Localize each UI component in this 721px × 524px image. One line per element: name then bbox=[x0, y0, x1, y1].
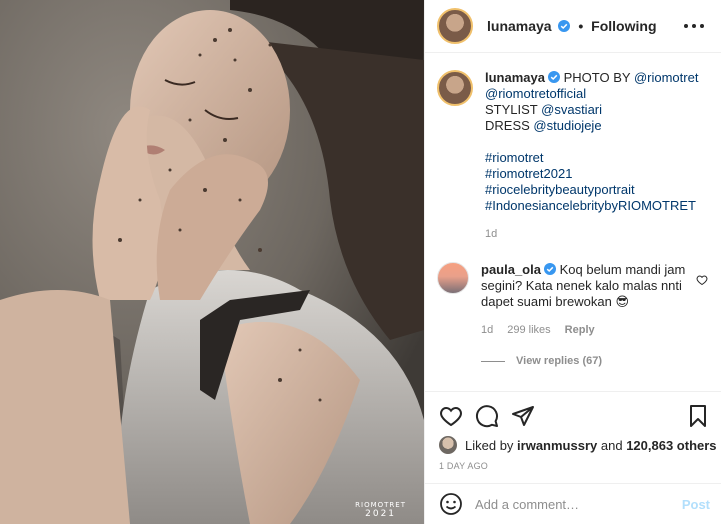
action-icons bbox=[425, 392, 721, 436]
caption-avatar[interactable] bbox=[437, 70, 473, 106]
commenter-username[interactable]: paula_ola bbox=[481, 262, 541, 277]
view-replies-button[interactable]: View replies (67) bbox=[481, 355, 710, 367]
portrait-image bbox=[0, 0, 424, 524]
view-replies-label: View replies (67) bbox=[516, 355, 603, 367]
save-bookmark-icon[interactable] bbox=[686, 404, 710, 428]
liked-by-count[interactable]: 120,863 others bbox=[626, 438, 716, 453]
liked-by-and: and bbox=[600, 437, 623, 453]
photo-watermark: RIOMOTRET 2021 bbox=[355, 502, 406, 520]
verified-badge-icon bbox=[558, 20, 571, 32]
view-replies-line bbox=[481, 360, 505, 362]
hashtag-link[interactable]: #IndonesiancelebritybyRIOMOTRET bbox=[485, 198, 698, 214]
comment-meta: 1d 299 likes Reply bbox=[481, 322, 703, 338]
caption-stylist-line: STYLIST @svastiari bbox=[485, 102, 698, 118]
like-heart-icon[interactable] bbox=[439, 404, 463, 428]
add-comment-bar: Post bbox=[425, 483, 721, 524]
comment-bubble-icon[interactable] bbox=[475, 404, 499, 428]
header-separator: • bbox=[578, 18, 584, 34]
caption-photo-by: PHOTO BY bbox=[563, 70, 631, 85]
watermark-year: 2021 bbox=[365, 509, 397, 520]
more-options-icon[interactable] bbox=[684, 18, 704, 34]
hashtag-link[interactable]: #riocelebritybeautyportrait bbox=[485, 182, 698, 198]
mention-riomotretofficial[interactable]: @riomotretofficial bbox=[485, 86, 698, 102]
caption-body: lunamaya PHOTO BY @riomotret @riomotreto… bbox=[485, 70, 698, 242]
liked-by-row: Liked by irwanmussry and 120,863 others bbox=[437, 434, 717, 456]
header-user: lunamaya • Following bbox=[487, 18, 657, 34]
post-date[interactable]: 1 DAY AGO bbox=[439, 461, 488, 471]
comment-body: paula_ola Koq belum mandi jam segini? Ka… bbox=[481, 262, 703, 338]
mention-svastiari[interactable]: @svastiari bbox=[541, 102, 602, 117]
post-details-panel: lunamaya • Following lunamaya PHOTO BY @… bbox=[424, 0, 721, 524]
comments-section[interactable]: lunamaya PHOTO BY @riomotret @riomotreto… bbox=[425, 54, 721, 389]
reply-button[interactable]: Reply bbox=[565, 322, 595, 338]
author-username[interactable]: lunamaya bbox=[487, 18, 552, 34]
caption-time[interactable]: 1d bbox=[485, 226, 698, 242]
post-photo[interactable]: RIOMOTRET 2021 bbox=[0, 0, 424, 524]
comment-like-heart-icon[interactable] bbox=[696, 274, 708, 286]
comment-text-block: paula_ola Koq belum mandi jam segini? Ka… bbox=[481, 262, 703, 310]
caption-line-1: lunamaya PHOTO BY @riomotret bbox=[485, 70, 698, 86]
mention-studiojeje[interactable]: @studiojeje bbox=[533, 118, 601, 133]
stylist-label: STYLIST bbox=[485, 102, 538, 117]
author-avatar[interactable] bbox=[437, 8, 473, 44]
hashtag-link[interactable]: #riomotret2021 bbox=[485, 166, 698, 182]
verified-badge-icon bbox=[547, 71, 560, 83]
post-header: lunamaya • Following bbox=[425, 0, 721, 53]
liked-by-user[interactable]: irwanmussry bbox=[517, 438, 597, 453]
emoji-smile-icon[interactable] bbox=[439, 492, 463, 516]
mention-riomotret[interactable]: @riomotret bbox=[634, 70, 699, 85]
comment-item: paula_ola Koq belum mandi jam segini? Ka… bbox=[437, 262, 710, 338]
post-comment-button[interactable]: Post bbox=[682, 497, 710, 512]
dress-label: DRESS bbox=[485, 118, 530, 133]
share-paper-plane-icon[interactable] bbox=[511, 404, 535, 428]
caption-username[interactable]: lunamaya bbox=[485, 70, 545, 85]
post-caption: lunamaya PHOTO BY @riomotret @riomotreto… bbox=[437, 70, 710, 242]
post-actions: Liked by irwanmussry and 120,863 others … bbox=[425, 391, 721, 523]
liked-by-prefix: Liked by bbox=[465, 437, 514, 453]
liker-avatar[interactable] bbox=[437, 434, 459, 456]
comment-time[interactable]: 1d bbox=[481, 322, 493, 338]
add-comment-input[interactable] bbox=[475, 496, 682, 512]
caption-dress-line: DRESS @studiojeje bbox=[485, 118, 698, 134]
verified-badge-icon bbox=[543, 263, 556, 275]
post-modal: RIOMOTRET 2021 lunamaya • Following luna… bbox=[0, 0, 721, 524]
hashtag-link[interactable]: #riomotret bbox=[485, 150, 698, 166]
sunglasses-emoji: 😎 bbox=[615, 294, 629, 309]
commenter-avatar[interactable] bbox=[437, 262, 469, 294]
following-button[interactable]: Following bbox=[591, 18, 656, 34]
comment-likes[interactable]: 299 likes bbox=[507, 322, 550, 338]
